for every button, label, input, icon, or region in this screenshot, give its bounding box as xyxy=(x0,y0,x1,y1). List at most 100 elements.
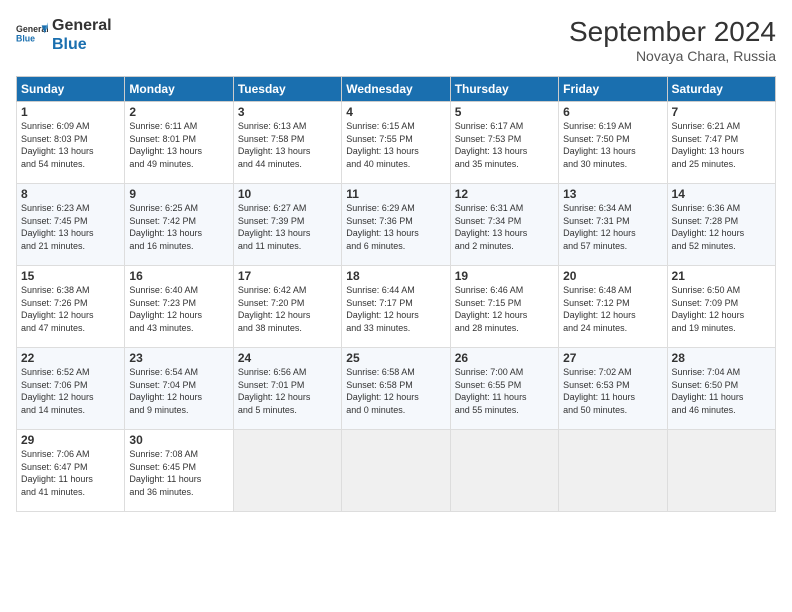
day-number: 23 xyxy=(129,351,228,365)
day-number: 15 xyxy=(21,269,120,283)
title-block: September 2024 Novaya Chara, Russia xyxy=(569,16,776,64)
day-cell xyxy=(342,430,450,512)
day-cell: 29Sunrise: 7:06 AM Sunset: 6:47 PM Dayli… xyxy=(17,430,125,512)
day-info: Sunrise: 6:46 AM Sunset: 7:15 PM Dayligh… xyxy=(455,284,554,334)
day-info: Sunrise: 6:48 AM Sunset: 7:12 PM Dayligh… xyxy=(563,284,662,334)
day-number: 9 xyxy=(129,187,228,201)
day-cell: 12Sunrise: 6:31 AM Sunset: 7:34 PM Dayli… xyxy=(450,184,558,266)
day-cell: 25Sunrise: 6:58 AM Sunset: 6:58 PM Dayli… xyxy=(342,348,450,430)
weekday-header-saturday: Saturday xyxy=(667,77,775,102)
day-number: 20 xyxy=(563,269,662,283)
day-info: Sunrise: 6:27 AM Sunset: 7:39 PM Dayligh… xyxy=(238,202,337,252)
day-cell: 17Sunrise: 6:42 AM Sunset: 7:20 PM Dayli… xyxy=(233,266,341,348)
day-number: 27 xyxy=(563,351,662,365)
week-row-1: 1Sunrise: 6:09 AM Sunset: 8:03 PM Daylig… xyxy=(17,102,776,184)
logo-blue: Blue xyxy=(52,35,112,54)
day-info: Sunrise: 6:25 AM Sunset: 7:42 PM Dayligh… xyxy=(129,202,228,252)
day-info: Sunrise: 6:54 AM Sunset: 7:04 PM Dayligh… xyxy=(129,366,228,416)
day-info: Sunrise: 6:38 AM Sunset: 7:26 PM Dayligh… xyxy=(21,284,120,334)
week-row-4: 22Sunrise: 6:52 AM Sunset: 7:06 PM Dayli… xyxy=(17,348,776,430)
day-cell: 14Sunrise: 6:36 AM Sunset: 7:28 PM Dayli… xyxy=(667,184,775,266)
day-number: 28 xyxy=(672,351,771,365)
day-cell: 9Sunrise: 6:25 AM Sunset: 7:42 PM Daylig… xyxy=(125,184,233,266)
day-cell: 21Sunrise: 6:50 AM Sunset: 7:09 PM Dayli… xyxy=(667,266,775,348)
svg-text:Blue: Blue xyxy=(16,34,35,44)
day-info: Sunrise: 6:42 AM Sunset: 7:20 PM Dayligh… xyxy=(238,284,337,334)
logo: General Blue General Blue xyxy=(16,16,112,54)
day-info: Sunrise: 7:06 AM Sunset: 6:47 PM Dayligh… xyxy=(21,448,120,498)
day-cell: 18Sunrise: 6:44 AM Sunset: 7:17 PM Dayli… xyxy=(342,266,450,348)
day-info: Sunrise: 6:19 AM Sunset: 7:50 PM Dayligh… xyxy=(563,120,662,170)
day-info: Sunrise: 6:13 AM Sunset: 7:58 PM Dayligh… xyxy=(238,120,337,170)
day-number: 25 xyxy=(346,351,445,365)
day-number: 12 xyxy=(455,187,554,201)
day-cell: 3Sunrise: 6:13 AM Sunset: 7:58 PM Daylig… xyxy=(233,102,341,184)
day-cell: 22Sunrise: 6:52 AM Sunset: 7:06 PM Dayli… xyxy=(17,348,125,430)
day-number: 21 xyxy=(672,269,771,283)
day-info: Sunrise: 7:02 AM Sunset: 6:53 PM Dayligh… xyxy=(563,366,662,416)
day-info: Sunrise: 6:11 AM Sunset: 8:01 PM Dayligh… xyxy=(129,120,228,170)
day-number: 4 xyxy=(346,105,445,119)
day-number: 24 xyxy=(238,351,337,365)
day-info: Sunrise: 6:56 AM Sunset: 7:01 PM Dayligh… xyxy=(238,366,337,416)
day-number: 19 xyxy=(455,269,554,283)
day-cell: 16Sunrise: 6:40 AM Sunset: 7:23 PM Dayli… xyxy=(125,266,233,348)
day-cell xyxy=(233,430,341,512)
day-cell: 5Sunrise: 6:17 AM Sunset: 7:53 PM Daylig… xyxy=(450,102,558,184)
day-cell xyxy=(559,430,667,512)
day-info: Sunrise: 6:15 AM Sunset: 7:55 PM Dayligh… xyxy=(346,120,445,170)
day-number: 8 xyxy=(21,187,120,201)
day-cell: 11Sunrise: 6:29 AM Sunset: 7:36 PM Dayli… xyxy=(342,184,450,266)
day-cell: 4Sunrise: 6:15 AM Sunset: 7:55 PM Daylig… xyxy=(342,102,450,184)
day-number: 16 xyxy=(129,269,228,283)
day-number: 13 xyxy=(563,187,662,201)
weekday-header-monday: Monday xyxy=(125,77,233,102)
day-number: 5 xyxy=(455,105,554,119)
day-info: Sunrise: 6:17 AM Sunset: 7:53 PM Dayligh… xyxy=(455,120,554,170)
day-info: Sunrise: 7:08 AM Sunset: 6:45 PM Dayligh… xyxy=(129,448,228,498)
day-number: 11 xyxy=(346,187,445,201)
weekday-header-friday: Friday xyxy=(559,77,667,102)
day-number: 2 xyxy=(129,105,228,119)
logo-icon: General Blue xyxy=(16,19,48,51)
day-cell: 7Sunrise: 6:21 AM Sunset: 7:47 PM Daylig… xyxy=(667,102,775,184)
day-info: Sunrise: 6:44 AM Sunset: 7:17 PM Dayligh… xyxy=(346,284,445,334)
day-number: 14 xyxy=(672,187,771,201)
logo-general: General xyxy=(52,16,112,35)
day-info: Sunrise: 6:34 AM Sunset: 7:31 PM Dayligh… xyxy=(563,202,662,252)
day-info: Sunrise: 6:23 AM Sunset: 7:45 PM Dayligh… xyxy=(21,202,120,252)
day-number: 26 xyxy=(455,351,554,365)
day-cell: 6Sunrise: 6:19 AM Sunset: 7:50 PM Daylig… xyxy=(559,102,667,184)
day-info: Sunrise: 6:52 AM Sunset: 7:06 PM Dayligh… xyxy=(21,366,120,416)
day-number: 7 xyxy=(672,105,771,119)
day-number: 30 xyxy=(129,433,228,447)
day-cell xyxy=(450,430,558,512)
weekday-header-thursday: Thursday xyxy=(450,77,558,102)
day-cell: 19Sunrise: 6:46 AM Sunset: 7:15 PM Dayli… xyxy=(450,266,558,348)
day-cell: 2Sunrise: 6:11 AM Sunset: 8:01 PM Daylig… xyxy=(125,102,233,184)
day-cell: 10Sunrise: 6:27 AM Sunset: 7:39 PM Dayli… xyxy=(233,184,341,266)
day-cell: 20Sunrise: 6:48 AM Sunset: 7:12 PM Dayli… xyxy=(559,266,667,348)
weekday-header-row: SundayMondayTuesdayWednesdayThursdayFrid… xyxy=(17,77,776,102)
day-number: 10 xyxy=(238,187,337,201)
day-cell: 13Sunrise: 6:34 AM Sunset: 7:31 PM Dayli… xyxy=(559,184,667,266)
week-row-2: 8Sunrise: 6:23 AM Sunset: 7:45 PM Daylig… xyxy=(17,184,776,266)
day-cell xyxy=(667,430,775,512)
day-info: Sunrise: 6:09 AM Sunset: 8:03 PM Dayligh… xyxy=(21,120,120,170)
calendar-table: SundayMondayTuesdayWednesdayThursdayFrid… xyxy=(16,76,776,512)
day-number: 6 xyxy=(563,105,662,119)
week-row-5: 29Sunrise: 7:06 AM Sunset: 6:47 PM Dayli… xyxy=(17,430,776,512)
day-number: 1 xyxy=(21,105,120,119)
day-cell: 15Sunrise: 6:38 AM Sunset: 7:26 PM Dayli… xyxy=(17,266,125,348)
day-info: Sunrise: 6:21 AM Sunset: 7:47 PM Dayligh… xyxy=(672,120,771,170)
day-info: Sunrise: 6:58 AM Sunset: 6:58 PM Dayligh… xyxy=(346,366,445,416)
weekday-header-tuesday: Tuesday xyxy=(233,77,341,102)
day-cell: 28Sunrise: 7:04 AM Sunset: 6:50 PM Dayli… xyxy=(667,348,775,430)
day-cell: 30Sunrise: 7:08 AM Sunset: 6:45 PM Dayli… xyxy=(125,430,233,512)
day-number: 17 xyxy=(238,269,337,283)
day-info: Sunrise: 7:04 AM Sunset: 6:50 PM Dayligh… xyxy=(672,366,771,416)
day-number: 3 xyxy=(238,105,337,119)
weekday-header-wednesday: Wednesday xyxy=(342,77,450,102)
location-subtitle: Novaya Chara, Russia xyxy=(569,48,776,64)
day-info: Sunrise: 7:00 AM Sunset: 6:55 PM Dayligh… xyxy=(455,366,554,416)
